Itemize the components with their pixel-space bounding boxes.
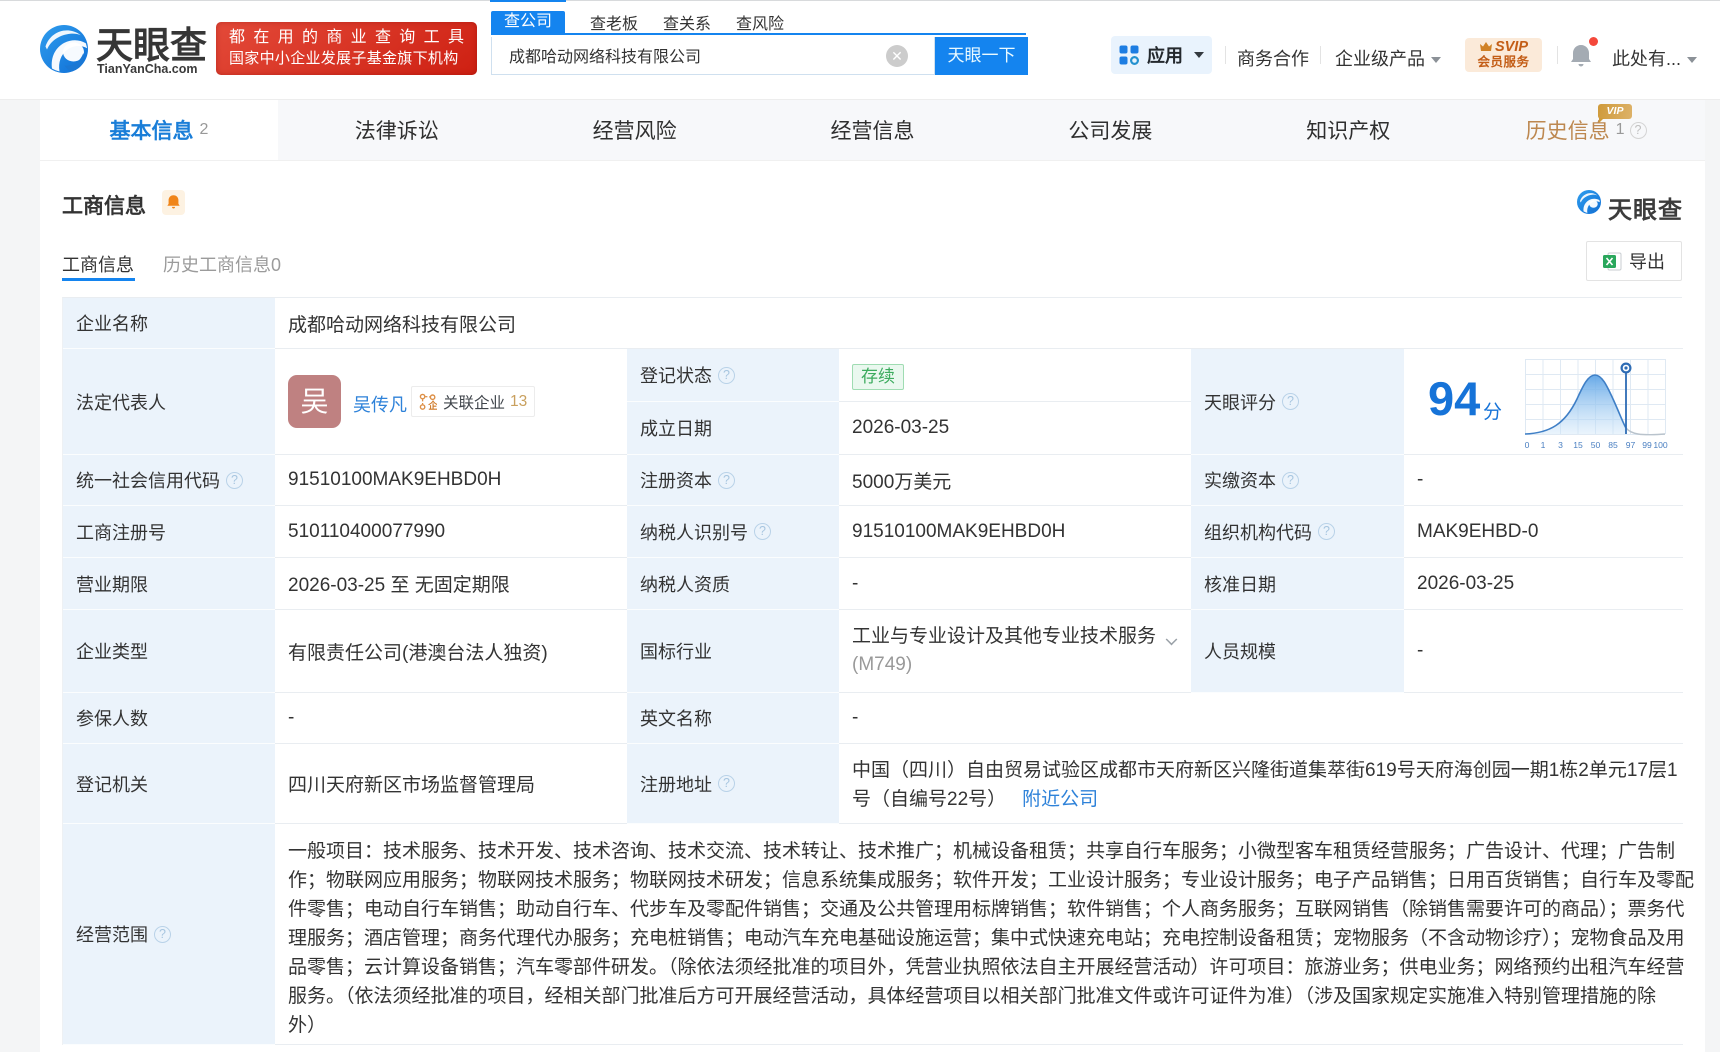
svg-text:1: 1 [1541,440,1546,450]
svg-text:3: 3 [1558,440,1563,450]
svg-text:企: 企 [427,400,437,411]
svg-text:97: 97 [1626,440,1636,450]
svg-text:85: 85 [1608,440,1618,450]
svg-text:0: 0 [1525,440,1530,450]
svg-text:50: 50 [1591,440,1601,450]
svg-text:100: 100 [1653,440,1668,450]
svg-text:99: 99 [1642,440,1652,450]
svg-text:15: 15 [1573,440,1583,450]
